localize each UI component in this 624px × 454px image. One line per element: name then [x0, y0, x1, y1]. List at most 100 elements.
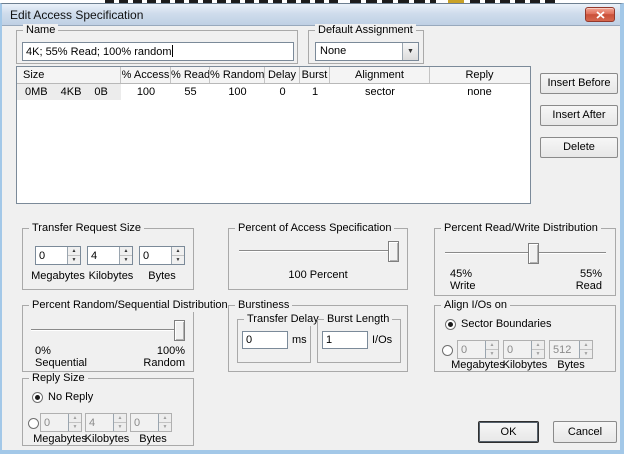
ok-button[interactable]: OK [478, 421, 539, 443]
slider-track[interactable] [31, 329, 185, 331]
slider-track[interactable] [445, 252, 606, 254]
random-seq-group: Percent Random/Sequential Distribution 0… [22, 299, 231, 372]
dropdown-arrow-icon[interactable]: ▼ [402, 43, 418, 60]
transfer-delay-input[interactable]: 0 [242, 331, 288, 349]
reply-cell[interactable]: none [430, 84, 529, 100]
spinner-up-icon[interactable]: ▲ [532, 341, 544, 350]
table-row[interactable]: 0MB 4KB 0B 100 55 100 0 1 sector none [17, 84, 530, 100]
spinner-down-icon[interactable]: ▼ [532, 350, 544, 358]
spinner-down-icon[interactable]: ▼ [114, 423, 126, 431]
column-header-delay[interactable]: Delay [265, 67, 300, 83]
transfer-request-size-label: Transfer Request Size [29, 222, 145, 235]
bytes-stepper[interactable]: 0 ▲ ▼ [139, 246, 185, 265]
slider-track[interactable] [239, 250, 399, 252]
burst-cell[interactable]: 1 [300, 84, 330, 100]
name-input[interactable]: 4K; 55% Read; 100% random [22, 42, 294, 61]
name-group: Name 4K; 55% Read; 100% random [16, 24, 298, 64]
write-label: Write [450, 280, 476, 292]
custom-reply-radio[interactable] [28, 418, 39, 429]
delete-button[interactable]: Delete [540, 137, 618, 158]
spinner-up-icon[interactable]: ▲ [69, 414, 81, 423]
spinner-up-icon[interactable]: ▲ [486, 341, 498, 350]
kilobytes-unit-label: Kilobytes [84, 433, 130, 445]
align-ios-group: Align I/Os on Sector Boundaries 0 ▲ ▼ 0 ▲… [434, 299, 616, 372]
spinner-up-icon[interactable]: ▲ [172, 247, 184, 256]
ms-unit-label: ms [292, 334, 307, 346]
random-percent: 100% [156, 345, 185, 357]
ios-unit-label: I/Os [372, 334, 393, 346]
burst-length-input[interactable]: 1 [322, 331, 368, 349]
access-spec-list[interactable]: Size % Access % Read % Random Delay Burs… [16, 66, 531, 204]
column-header-access[interactable]: % Access [121, 67, 171, 83]
size-cell[interactable]: 0MB 4KB 0B [17, 84, 121, 100]
column-header-alignment[interactable]: Alignment [330, 67, 430, 83]
size-mb: 0MB [25, 86, 48, 98]
insert-after-button[interactable]: Insert After [540, 105, 618, 126]
reply-kilobytes-stepper[interactable]: 4 ▲ ▼ [85, 413, 127, 432]
custom-alignment-radio[interactable] [442, 345, 453, 356]
read-cell[interactable]: 55 [171, 84, 210, 100]
insert-before-button[interactable]: Insert Before [540, 73, 618, 94]
column-header-size[interactable]: Size [17, 67, 121, 83]
spinner-up-icon[interactable]: ▲ [68, 247, 80, 256]
align-megabytes-stepper[interactable]: 0 ▲ ▼ [457, 340, 499, 359]
burstiness-group: Burstiness Transfer Delay 0 ms Burst Len… [228, 299, 408, 372]
spinner-down-icon[interactable]: ▼ [120, 256, 132, 264]
reply-bytes-stepper[interactable]: 0 ▲ ▼ [130, 413, 172, 432]
write-percent: 45% [450, 268, 473, 280]
slider-thumb[interactable] [174, 320, 185, 341]
alignment-cell[interactable]: sector [330, 84, 430, 100]
text-caret [171, 45, 173, 57]
slider-thumb[interactable] [527, 243, 539, 264]
reply-megabytes-value: 0 [44, 417, 51, 429]
bytes-unit-label: Bytes [148, 270, 176, 282]
kilobytes-value: 4 [91, 250, 98, 262]
spinner-up-icon[interactable]: ▲ [120, 247, 132, 256]
read-write-group: Percent Read/Write Distribution 45% Writ… [434, 222, 616, 296]
column-header-reply[interactable]: Reply [430, 67, 529, 83]
column-header-random[interactable]: % Random [210, 67, 265, 83]
spinner-down-icon[interactable]: ▼ [486, 350, 498, 358]
megabytes-stepper[interactable]: 0 ▲ ▼ [35, 246, 81, 265]
random-seq-label: Percent Random/Sequential Distribution [29, 299, 231, 312]
spinner-up-icon[interactable]: ▲ [580, 341, 592, 350]
spinner-up-icon[interactable]: ▲ [114, 414, 126, 423]
read-write-slider[interactable] [445, 243, 606, 264]
no-reply-radio[interactable] [32, 392, 43, 403]
align-ios-label: Align I/Os on [441, 299, 510, 312]
cancel-button[interactable]: Cancel [553, 421, 617, 443]
random-cell[interactable]: 100 [210, 84, 265, 100]
default-assignment-dropdown[interactable]: None ▼ [315, 42, 419, 61]
spinner-down-icon[interactable]: ▼ [172, 256, 184, 264]
transfer-delay-label: Transfer Delay [244, 313, 322, 326]
close-button[interactable] [585, 7, 615, 22]
name-group-label: Name [23, 24, 59, 37]
edit-access-specification-dialog: Edit Access Specification Name 4K; 55% R… [0, 3, 624, 454]
spinner-down-icon[interactable]: ▼ [69, 423, 81, 431]
megabytes-unit-label: Megabytes [31, 270, 85, 282]
access-cell[interactable]: 100 [121, 84, 171, 100]
slider-thumb[interactable] [388, 241, 399, 262]
kilobytes-stepper[interactable]: 4 ▲ ▼ [87, 246, 133, 265]
bytes-unit-label: Bytes [139, 433, 167, 445]
sector-boundaries-radio[interactable] [445, 319, 456, 330]
burst-length-value: 1 [326, 334, 333, 346]
transfer-request-size-group: Transfer Request Size 0 ▲ ▼ 4 ▲ ▼ 0 ▲ ▼ Meg… [22, 222, 194, 290]
column-header-burst[interactable]: Burst [300, 67, 330, 83]
delay-cell[interactable]: 0 [265, 84, 300, 100]
reply-megabytes-stepper[interactable]: 0 ▲ ▼ [40, 413, 82, 432]
no-reply-label: No Reply [48, 391, 94, 403]
spinner-up-icon[interactable]: ▲ [159, 414, 171, 423]
column-header-read[interactable]: % Read [171, 67, 210, 83]
spinner-down-icon[interactable]: ▼ [68, 256, 80, 264]
reply-size-group: Reply Size No Reply 0 ▲ ▼ 4 ▲ ▼ 0 ▲ ▼ Megab… [22, 372, 194, 446]
list-header: Size % Access % Read % Random Delay Burs… [17, 67, 530, 84]
sector-boundaries-label: Sector Boundaries [461, 318, 552, 330]
title-bar[interactable]: Edit Access Specification [2, 4, 620, 26]
align-bytes-stepper[interactable]: 512 ▲ ▼ [549, 340, 593, 359]
percent-access-slider[interactable] [239, 241, 399, 262]
spinner-down-icon[interactable]: ▼ [159, 423, 171, 431]
spinner-down-icon[interactable]: ▼ [580, 350, 592, 358]
random-seq-slider[interactable] [31, 320, 185, 341]
align-kilobytes-stepper[interactable]: 0 ▲ ▼ [503, 340, 545, 359]
